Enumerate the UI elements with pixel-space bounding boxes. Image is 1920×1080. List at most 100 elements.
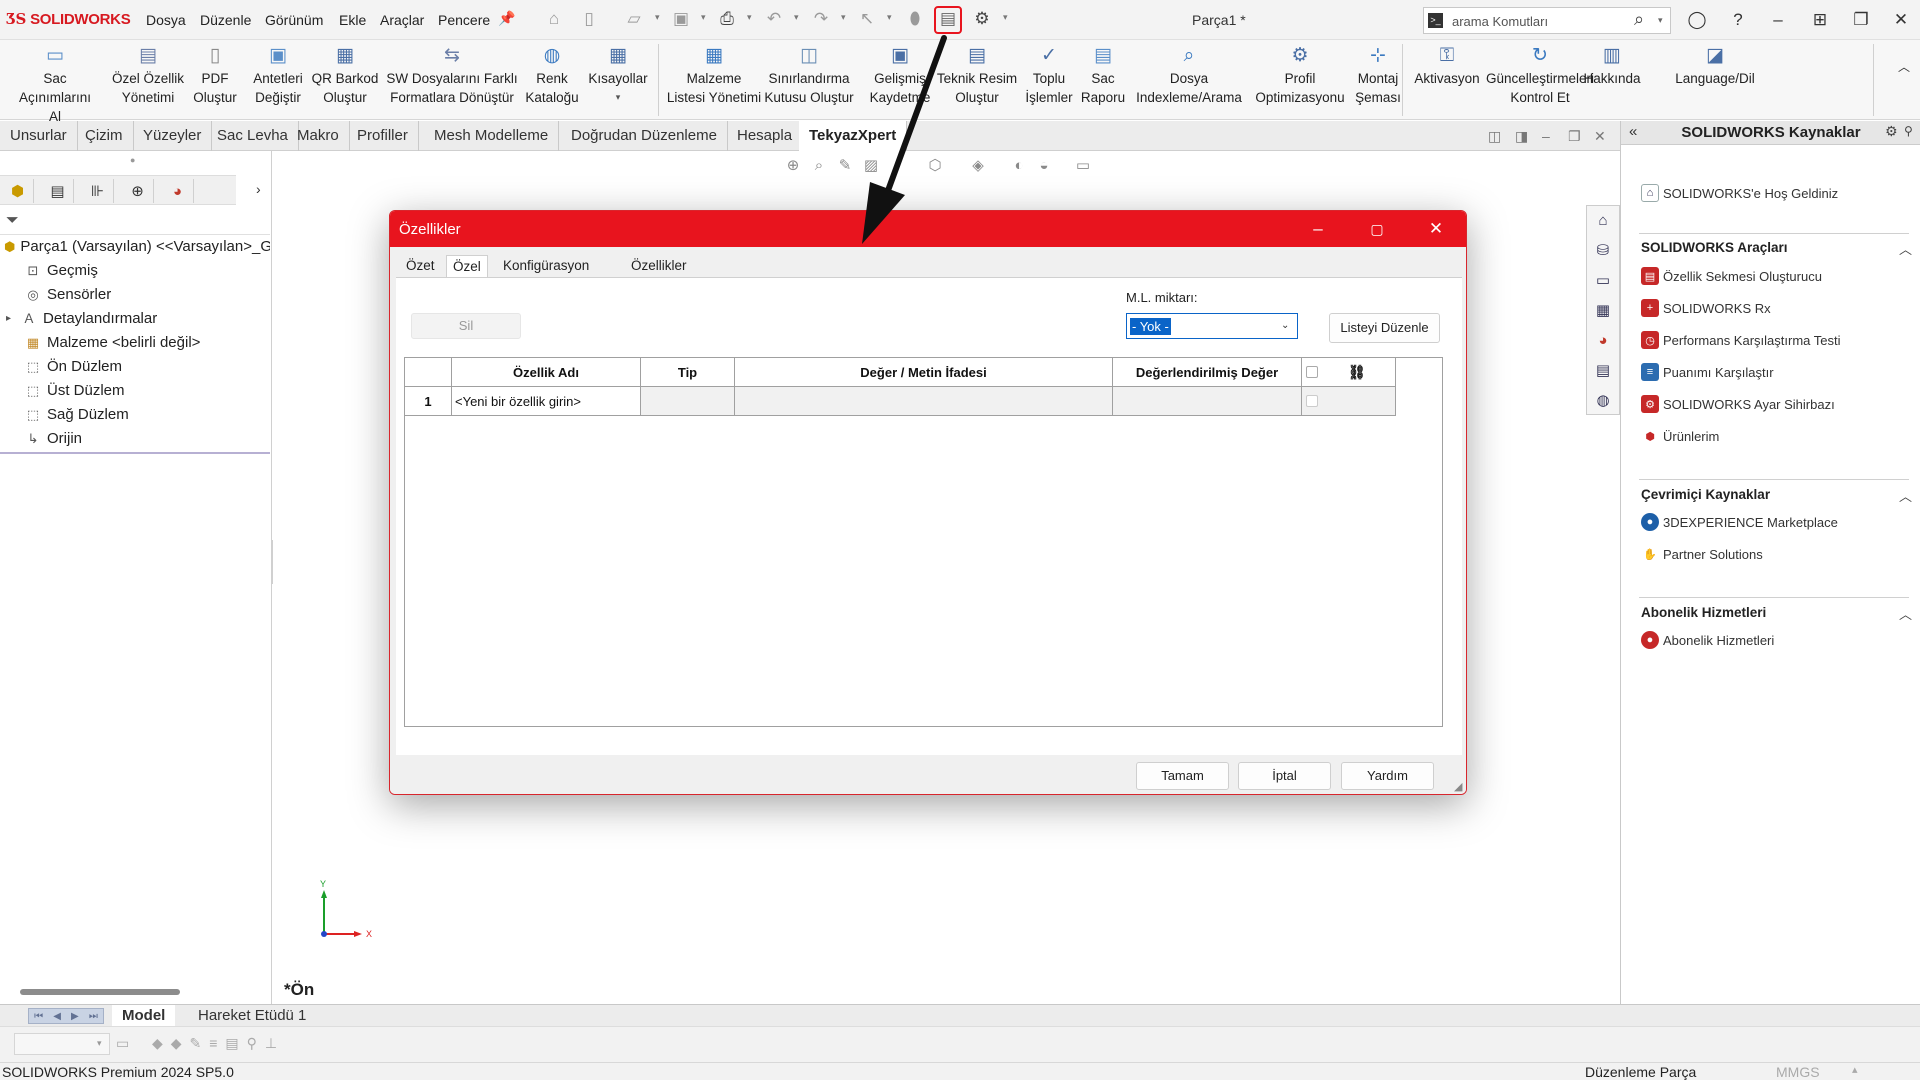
tree-item-material[interactable]: ▦ Malzeme <belirli değil> bbox=[4, 331, 270, 355]
dialog-maximize-icon[interactable]: ▢ bbox=[1357, 217, 1397, 241]
dialog-minimize-icon[interactable]: – bbox=[1298, 217, 1338, 241]
chevron-right-icon[interactable]: › bbox=[256, 181, 261, 197]
custom-properties-tab-icon[interactable]: ▤ bbox=[1591, 358, 1615, 382]
command-tab-4[interactable]: Makro bbox=[287, 121, 350, 151]
zoom-to-area-icon[interactable]: ⌕ bbox=[809, 155, 829, 175]
select-all-checkbox[interactable] bbox=[1306, 366, 1318, 378]
link-solidworks-rx[interactable]: + SOLIDWORKS Rx bbox=[1641, 299, 1771, 317]
ribbon-button-flat-pattern[interactable]: ▭ Sac Açınımlarını Al bbox=[6, 44, 104, 126]
open-icon[interactable]: ▱ bbox=[623, 8, 645, 30]
next-tab-icon[interactable]: ▶ bbox=[71, 1011, 79, 1022]
link-property-tab-builder[interactable]: ▤ Özellik Sekmesi Oluşturucu bbox=[1641, 267, 1822, 285]
close-app-icon[interactable]: ✕ bbox=[1886, 6, 1916, 34]
ribbon-button-title-block[interactable]: ▣ Antetleri Değiştir bbox=[246, 44, 310, 107]
design-library-tab-icon[interactable]: ⛁ bbox=[1591, 238, 1615, 262]
edit-appearance-icon[interactable]: ◒ bbox=[1034, 155, 1054, 175]
view-palette-tab-icon[interactable]: ▦ bbox=[1591, 298, 1615, 322]
solidworks-logo[interactable]: ƷS SOLIDWORKS bbox=[6, 10, 131, 28]
status-units[interactable]: MMGS bbox=[1776, 1064, 1820, 1080]
link-3dexperience-marketplace[interactable]: ● 3DEXPERIENCE Marketplace bbox=[1641, 513, 1838, 531]
undo-icon[interactable]: ↶ bbox=[763, 8, 785, 30]
ribbon-button-language[interactable]: ◪ Language/Dil bbox=[1666, 44, 1764, 88]
tree-item-top-plane[interactable]: ⬚ Üst Düzlem bbox=[4, 379, 270, 403]
ribbon-button-activation[interactable]: ⚿ Aktivasyon bbox=[1409, 44, 1485, 88]
ribbon-button-about[interactable]: ▥ Hakkında bbox=[1578, 44, 1646, 88]
link-performance-benchmark[interactable]: ◷ Performans Karşılaştırma Testi bbox=[1641, 331, 1840, 349]
document-tile-icon[interactable]: ◫ bbox=[1488, 128, 1501, 145]
tab-properties-summary[interactable]: Özellikler Özeti bbox=[625, 255, 693, 295]
select-dropdown-icon[interactable]: ▾ bbox=[887, 12, 892, 23]
delete-button[interactable]: Sil bbox=[411, 313, 521, 339]
gear-icon[interactable]: ⚙ bbox=[1885, 123, 1898, 140]
ribbon-button-custom-property[interactable]: ▤ Özel Özellik Yönetimi bbox=[106, 44, 190, 107]
document-close-icon[interactable]: ✕ bbox=[1594, 128, 1606, 145]
command-tab-3[interactable]: Sac Levha bbox=[207, 121, 299, 151]
menu-dosya[interactable]: Dosya bbox=[146, 12, 186, 28]
propertymanager-tab-icon[interactable]: ▤ bbox=[42, 179, 74, 203]
print-dropdown-icon[interactable]: ▾ bbox=[747, 12, 752, 23]
row-checkbox[interactable] bbox=[1306, 395, 1318, 407]
ribbon-button-color-catalog[interactable]: ◍ Renk Kataloğu bbox=[520, 44, 584, 107]
tab-scroll-arrows[interactable]: ⏮ ◀ ▶ ⏭ bbox=[28, 1008, 104, 1024]
link-partner-solutions[interactable]: ✋ Partner Solutions bbox=[1641, 545, 1763, 563]
redo-dropdown-icon[interactable]: ▾ bbox=[841, 12, 846, 23]
dialog-close-icon[interactable]: ✕ bbox=[1416, 217, 1456, 241]
tree-filter[interactable]: ⏷ bbox=[0, 209, 270, 235]
chevron-up-icon[interactable]: ︿ bbox=[1899, 604, 1912, 623]
cell-value[interactable] bbox=[735, 387, 1113, 416]
document-restore-icon[interactable]: ❐ bbox=[1568, 128, 1581, 145]
ribbon-button-bounding-box[interactable]: ◫ Sınırlandırma Kutusu Oluştur bbox=[758, 44, 860, 107]
tile-windows-icon[interactable]: ⊞ bbox=[1805, 6, 1835, 34]
pin-icon[interactable]: ⚲ bbox=[1904, 124, 1913, 138]
units-dropdown-icon[interactable]: ▴ bbox=[1852, 1063, 1858, 1076]
last-tab-icon[interactable]: ⏭ bbox=[89, 1011, 98, 1022]
previous-view-icon[interactable]: ✎ bbox=[835, 155, 855, 175]
rebuild-icon[interactable]: ⬮ bbox=[904, 8, 926, 30]
chevron-up-icon[interactable]: ︿ bbox=[1899, 486, 1912, 505]
ribbon-button-profile-opt[interactable]: ⚙ Profil Optimizasyonu bbox=[1248, 44, 1352, 107]
first-tab-icon[interactable]: ⏮ bbox=[34, 1011, 43, 1022]
dialog-title-bar[interactable]: Özellikler – ▢ ✕ bbox=[390, 211, 1466, 247]
ribbon-button-shortcuts[interactable]: ▦ Kısayollar ▾ bbox=[584, 44, 652, 107]
save-icon[interactable]: ▣ bbox=[670, 8, 692, 30]
dimxpert-tab-icon[interactable]: ⊕ bbox=[122, 179, 154, 203]
tree-item-history[interactable]: ⊡ Geçmiş bbox=[4, 259, 270, 283]
home-tab-icon[interactable]: ⌂ bbox=[1591, 208, 1615, 232]
configurationmanager-tab-icon[interactable]: ⊪ bbox=[82, 179, 114, 203]
calculator-icon[interactable]: ▭ bbox=[116, 1035, 129, 1052]
tab-motion-study[interactable]: Hareket Etüdü 1 bbox=[188, 1005, 316, 1027]
featuremanager-tab-icon[interactable]: ⬢ bbox=[2, 179, 34, 203]
edit-list-button[interactable]: Listeyi Düzenle bbox=[1329, 313, 1440, 343]
welcome-link[interactable]: ⌂ SOLIDWORKS'e Hoş Geldiniz bbox=[1641, 184, 1838, 202]
options-gear-icon[interactable]: ⚙ bbox=[971, 8, 993, 30]
tab-configuration-properties[interactable]: Konfigürasyon Özellikleri bbox=[497, 255, 595, 295]
column-header-value[interactable]: Değer / Metin İfadesi bbox=[735, 358, 1113, 387]
menu-ekle[interactable]: Ekle bbox=[339, 12, 366, 28]
home-icon[interactable]: ⌂ bbox=[543, 8, 565, 30]
help-icon[interactable]: ? bbox=[1723, 6, 1753, 34]
search-icon[interactable]: ⌕ bbox=[1634, 9, 1644, 30]
ribbon-button-assembly-diagram[interactable]: ⊹ Montaj Şeması bbox=[1349, 44, 1407, 107]
study-type-select[interactable]: ▾ bbox=[14, 1033, 110, 1055]
resize-grip-icon[interactable]: ◢ bbox=[1454, 780, 1462, 793]
redo-icon[interactable]: ↷ bbox=[810, 8, 832, 30]
tree-item-right-plane[interactable]: ⬚ Sağ Düzlem bbox=[4, 403, 270, 427]
link-my-products[interactable]: ⬢ Ürünlerim bbox=[1641, 427, 1719, 445]
tree-item-annotations[interactable]: ▸ Ａ Detaylandırmalar bbox=[4, 307, 270, 331]
link-subscription-services[interactable]: ● Abonelik Hizmetleri bbox=[1641, 631, 1774, 649]
view-settings-icon[interactable]: ▭ bbox=[1073, 155, 1093, 175]
help-button[interactable]: Yardım bbox=[1341, 762, 1434, 790]
ribbon-button-batch[interactable]: ✓ Toplu İşlemler bbox=[1023, 44, 1075, 107]
open-dropdown-icon[interactable]: ▾ bbox=[655, 12, 660, 23]
tree-root-part[interactable]: ⬢ Parça1 (Varsayılan) <<Varsayılan>_Gö bbox=[4, 235, 270, 259]
document-restore-small-icon[interactable]: ◨ bbox=[1515, 128, 1528, 145]
command-tab-8[interactable]: Hesapla bbox=[727, 121, 804, 151]
user-account-icon[interactable]: ◯ bbox=[1682, 6, 1712, 34]
link-settings-wizard[interactable]: ⚙ SOLIDWORKS Ayar Sihirbazı bbox=[1641, 395, 1835, 413]
command-tab-6[interactable]: Mesh Modelleme bbox=[424, 121, 560, 151]
ribbon-button-convert[interactable]: ⇆ SW Dosyalarını Farklı Formatlara Dönüştü… bbox=[382, 44, 522, 107]
section-view-icon[interactable]: ▨ bbox=[861, 155, 881, 175]
panel-grip[interactable]: ● bbox=[130, 155, 135, 165]
menu-gorunum[interactable]: Görünüm bbox=[265, 12, 323, 28]
chevron-down-icon[interactable]: ▾ bbox=[97, 1038, 102, 1049]
